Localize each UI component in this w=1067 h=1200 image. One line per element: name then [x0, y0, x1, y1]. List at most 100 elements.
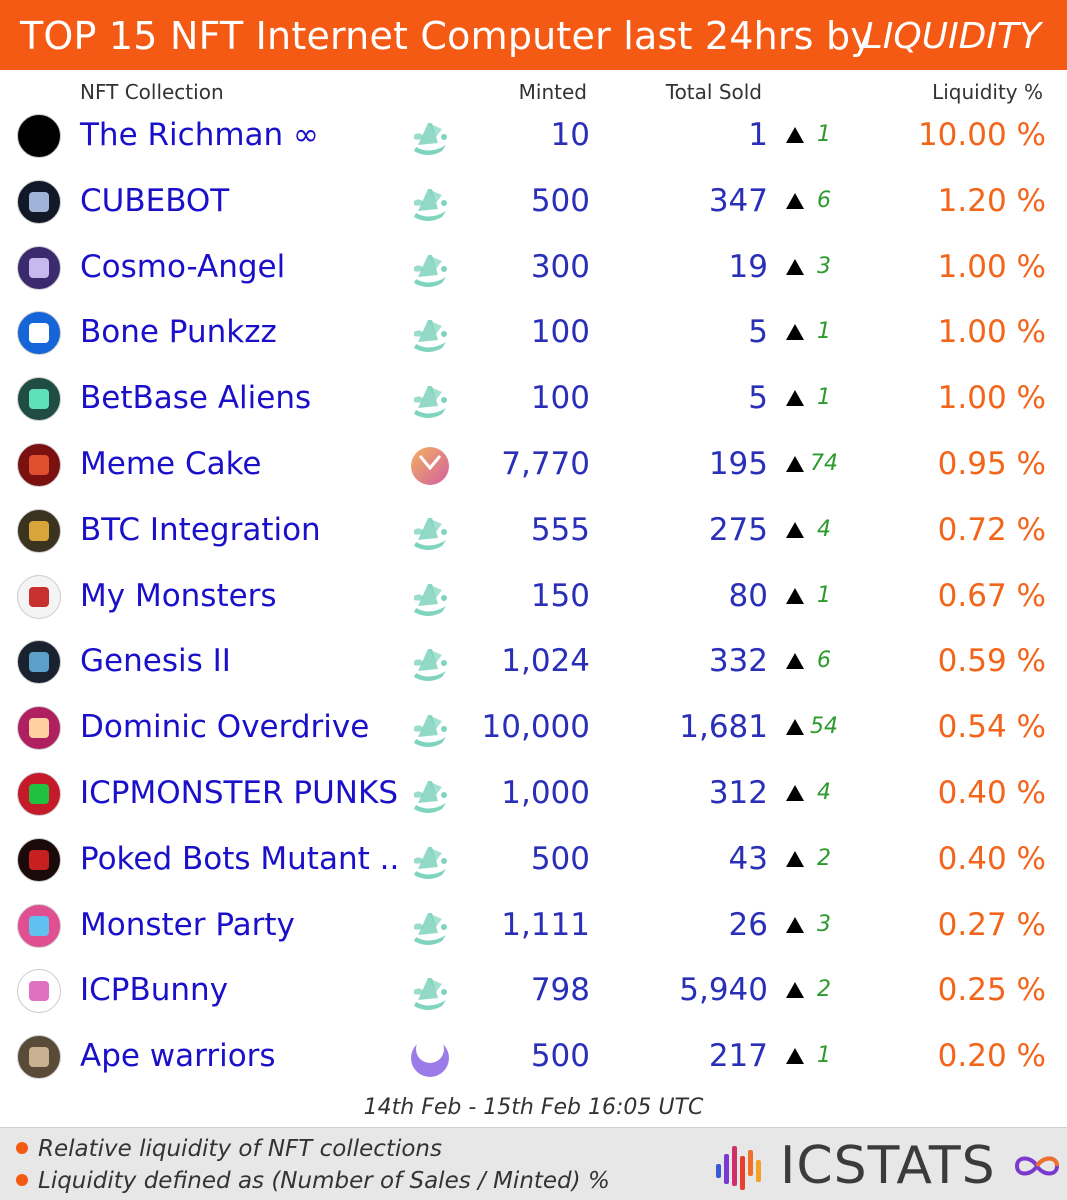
minted-value: 300 — [530, 248, 590, 285]
table-row[interactable]: ICPBunny 798 5,940 2 0.25 % — [0, 958, 1067, 1024]
ship-icon[interactable] — [408, 839, 452, 883]
total-sold-value: 26 — [728, 906, 768, 943]
collection-avatar — [17, 771, 61, 816]
collection-avatar — [17, 903, 61, 948]
ship-icon[interactable] — [408, 312, 452, 356]
collection-avatar — [17, 245, 61, 290]
table-row[interactable]: BTC Integration 555 275 4 0.72 % — [0, 498, 1067, 564]
avatar-detail — [29, 981, 49, 1002]
minted-value: 100 — [530, 314, 590, 351]
table-row[interactable]: Poked Bots Mutant .. 500 43 2 0.40 % — [0, 827, 1067, 893]
collection-avatar — [17, 442, 61, 487]
avatar-detail — [29, 520, 49, 541]
collection-name-link[interactable]: Monster Party — [80, 907, 295, 943]
liquidity-value: 1.20 % — [937, 182, 1046, 219]
triangle-up-icon — [786, 521, 804, 538]
collection-avatar — [17, 377, 61, 422]
ship-icon[interactable] — [408, 247, 452, 291]
table-row[interactable]: CUBEBOT 500 347 6 1.20 % — [0, 169, 1067, 235]
avatar-detail — [29, 718, 49, 739]
ship-icon[interactable] — [408, 970, 452, 1014]
footnote: Relative liquidity of NFT collections — [16, 1136, 442, 1162]
triangle-up-icon — [786, 587, 804, 604]
collection-name-link[interactable]: Ape warriors — [80, 1038, 276, 1074]
total-sold-value: 5 — [748, 314, 768, 351]
collection-name-link[interactable]: Bone Punkzz — [80, 314, 277, 350]
sales-delta: 3 — [817, 911, 831, 937]
purple-moon-icon[interactable] — [408, 1035, 452, 1080]
collection-name-link[interactable]: BTC Integration — [80, 512, 321, 548]
ship-icon[interactable] — [408, 576, 452, 620]
triangle-up-icon — [786, 1048, 804, 1065]
collection-name-link[interactable]: Dominic Overdrive — [80, 709, 369, 745]
liquidity-value: 0.67 % — [937, 577, 1046, 614]
ship-icon[interactable] — [408, 707, 452, 751]
table-row[interactable]: Cosmo-Angel 300 19 3 1.00 % — [0, 235, 1067, 301]
footnote: Liquidity defined as (Number of Sales / … — [16, 1168, 610, 1194]
collection-name-link[interactable]: Meme Cake — [80, 446, 262, 482]
table-row[interactable]: Meme Cake 7,770 195 74 0.95 % — [0, 432, 1067, 498]
icstats-logo[interactable]: ICSTATS — [714, 1136, 1064, 1196]
minted-value: 1,024 — [501, 643, 590, 680]
total-sold-value: 195 — [708, 445, 768, 482]
orange-disc-icon[interactable] — [408, 444, 452, 488]
ship-icon[interactable] — [408, 181, 452, 225]
total-sold-value: 1 — [748, 117, 768, 153]
avatar-detail — [29, 783, 49, 804]
table-row[interactable]: Ape warriors 500 217 1 0.20 % — [0, 1024, 1067, 1090]
sales-delta: 54 — [810, 714, 838, 740]
sales-delta: 74 — [810, 450, 838, 476]
sales-delta: 6 — [817, 187, 831, 213]
date-range: 14th Feb - 15th Feb 16:05 UTC — [363, 1095, 704, 1120]
collection-name-link[interactable]: CUBEBOT — [80, 183, 229, 219]
table-row[interactable]: The Richman ∞ 10 1 1 10.00 % — [0, 103, 1067, 169]
ship-icon[interactable] — [408, 378, 452, 422]
liquidity-value: 0.59 % — [937, 643, 1046, 680]
table-row[interactable]: Genesis II 1,024 332 6 0.59 % — [0, 629, 1067, 695]
footnote-text: Liquidity defined as (Number of Sales / … — [38, 1168, 610, 1194]
column-header-collection: NFT Collection — [80, 80, 224, 104]
collection-name-link[interactable]: Genesis II — [80, 643, 231, 679]
total-sold-value: 1,681 — [679, 709, 768, 746]
collection-name-link[interactable]: BetBase Aliens — [80, 380, 311, 416]
ship-icon[interactable] — [408, 905, 452, 949]
total-sold-value: 5 — [748, 380, 768, 417]
total-sold-value: 217 — [708, 1038, 768, 1075]
liquidity-value: 0.20 % — [937, 1038, 1046, 1075]
table-row[interactable]: ICPMONSTER PUNKS 1,000 312 4 0.40 % — [0, 761, 1067, 827]
table-row[interactable]: Bone Punkzz 100 5 1 1.00 % — [0, 300, 1067, 366]
total-sold-value: 80 — [728, 577, 768, 614]
ship-icon[interactable] — [408, 510, 452, 554]
total-sold-value: 332 — [708, 643, 768, 680]
triangle-up-icon — [786, 455, 804, 472]
ship-icon[interactable] — [408, 115, 452, 159]
table-row[interactable]: Monster Party 1,111 26 3 0.27 % — [0, 893, 1067, 959]
avatar-detail — [29, 915, 49, 936]
ship-icon[interactable] — [408, 641, 452, 685]
table-row[interactable]: Dominic Overdrive 10,000 1,681 54 0.54 % — [0, 695, 1067, 761]
minted-value: 555 — [530, 511, 590, 548]
collection-name-link[interactable]: ICPMONSTER PUNKS — [80, 775, 398, 811]
triangle-up-icon — [786, 192, 804, 209]
footnote-text: Relative liquidity of NFT collections — [38, 1136, 442, 1162]
avatar-detail — [29, 191, 49, 212]
collection-name-link[interactable]: ICPBunny — [80, 972, 228, 1008]
ship-icon[interactable] — [408, 773, 452, 817]
sales-delta: 4 — [817, 779, 831, 805]
triangle-up-icon — [786, 784, 804, 801]
collection-avatar — [17, 1035, 61, 1080]
header-bar: TOP 15 NFT Internet Computer last 24hrs … — [0, 0, 1067, 70]
table-row[interactable]: My Monsters 150 80 1 0.67 % — [0, 564, 1067, 630]
collection-name-link[interactable]: My Monsters — [80, 578, 277, 614]
collection-avatar — [17, 508, 61, 553]
avatar-detail — [29, 849, 49, 870]
avatar-detail — [29, 257, 49, 278]
column-header-total-sold: Total Sold — [665, 80, 762, 104]
table-row[interactable]: BetBase Aliens 100 5 1 1.00 % — [0, 366, 1067, 432]
collection-name-link[interactable]: Cosmo-Angel — [80, 249, 285, 285]
footer: Relative liquidity of NFT collections Li… — [0, 1127, 1067, 1200]
liquidity-value: 0.27 % — [937, 906, 1046, 943]
collection-name-link[interactable]: The Richman ∞ — [80, 117, 319, 153]
collection-name-link[interactable]: Poked Bots Mutant .. — [80, 841, 399, 877]
triangle-up-icon — [786, 127, 804, 143]
